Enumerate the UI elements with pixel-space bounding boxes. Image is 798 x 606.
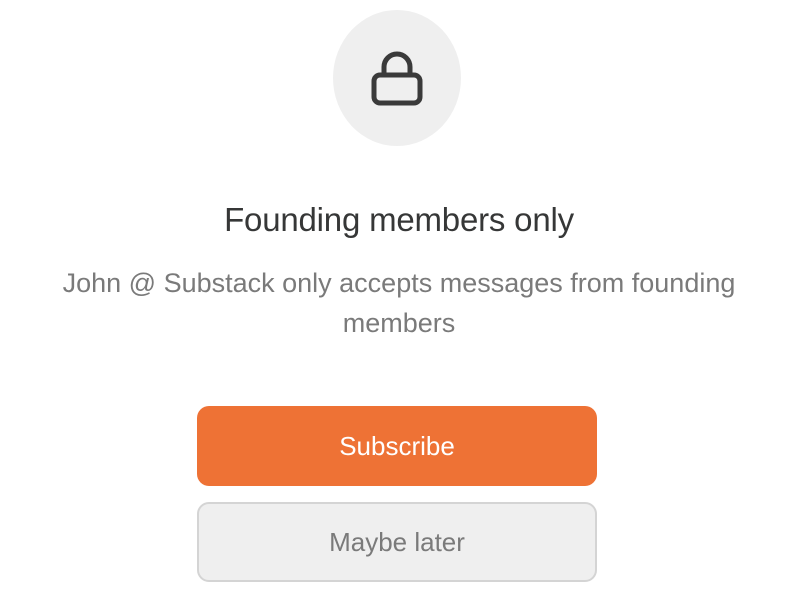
page-title: Founding members only: [224, 201, 574, 238]
subscribe-button[interactable]: Subscribe: [197, 406, 597, 486]
maybe-later-button[interactable]: Maybe later: [197, 502, 597, 582]
lock-icon: [371, 51, 423, 106]
subscribe-button-label: Subscribe: [339, 430, 455, 461]
maybe-later-button-label: Maybe later: [329, 526, 465, 557]
paywall-description: John @ Substack only accepts messages fr…: [62, 268, 736, 338]
lock-badge: [333, 10, 461, 146]
